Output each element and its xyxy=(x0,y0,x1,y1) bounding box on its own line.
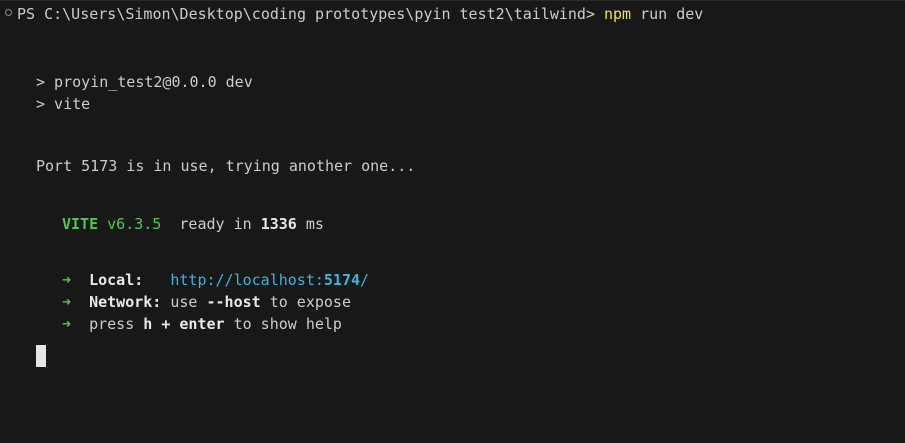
arrow-right-icon: ➜ xyxy=(62,293,72,311)
command-npm: npm xyxy=(604,5,632,23)
local-url-base: http://localhost: xyxy=(170,271,324,289)
vite-name: VITE xyxy=(62,215,99,233)
ready-unit: ms xyxy=(305,215,324,233)
help-line: ➜ press h + enter to show help xyxy=(62,313,342,335)
npm-script-line: > proyin_test2@0.0.0 dev xyxy=(36,73,253,91)
help-pre: press xyxy=(89,315,135,333)
port-warning-line: Port 5173 is in use, trying another one.… xyxy=(36,157,416,175)
help-key: h + enter xyxy=(143,315,225,333)
ready-text: ready in xyxy=(179,215,252,233)
command-line: PS C:\Users\Simon\Desktop\coding prototy… xyxy=(0,3,703,25)
local-label: Local: xyxy=(89,271,144,289)
network-flag: --host xyxy=(206,293,261,311)
terminal-panel[interactable]: PS C:\Users\Simon\Desktop\coding prototy… xyxy=(0,0,905,443)
local-url-slash: / xyxy=(360,271,370,289)
local-url-link[interactable]: http://localhost:5174/ xyxy=(170,271,369,289)
network-line: ➜ Network: use --host to expose xyxy=(62,291,351,313)
help-post: to show help xyxy=(233,315,342,333)
vite-command-line: > vite xyxy=(36,95,91,113)
arrow-right-icon: ➜ xyxy=(62,271,72,289)
command-args: run dev xyxy=(640,5,704,23)
local-url-line: ➜ Local: http://localhost:5174/ xyxy=(62,269,369,291)
command-decoration-icon[interactable] xyxy=(5,9,12,16)
vite-version: v6.3.5 xyxy=(107,215,162,233)
network-post: to expose xyxy=(269,293,351,311)
vite-ready-line: VITE v6.3.5 ready in 1336 ms xyxy=(62,213,324,235)
ready-ms: 1336 xyxy=(260,215,297,233)
network-pre: use xyxy=(170,293,198,311)
prompt-path: PS C:\Users\Simon\Desktop\coding prototy… xyxy=(17,5,595,23)
arrow-right-icon: ➜ xyxy=(62,315,72,333)
terminal-cursor xyxy=(36,345,46,367)
network-label: Network: xyxy=(89,293,162,311)
local-url-port: 5174 xyxy=(323,271,361,289)
